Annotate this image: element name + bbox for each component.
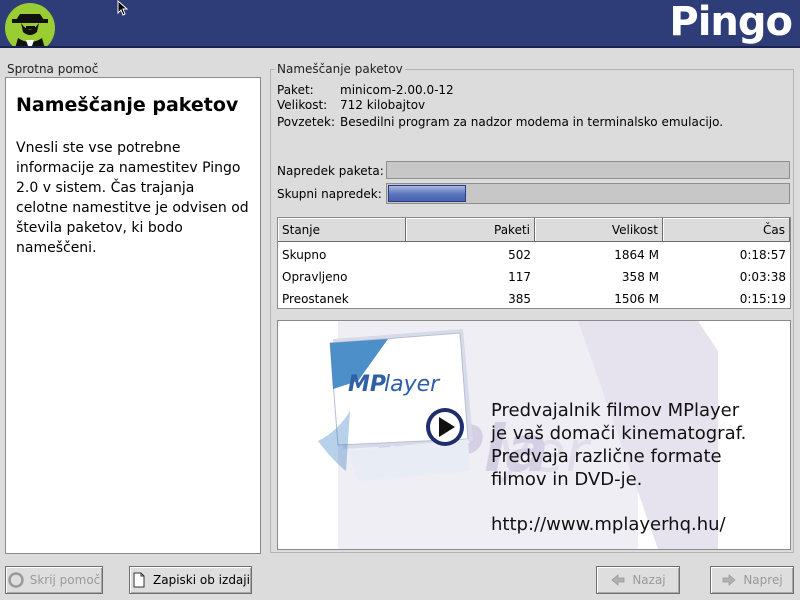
back-button[interactable]: Nazaj: [596, 566, 680, 594]
install-section-label: Nameščanje paketov: [275, 62, 405, 76]
ad-text-block: Predvajalnik filmov MPlayer je vaš domač…: [491, 399, 746, 536]
cell-size: 358 M: [621, 270, 659, 284]
help-heading: Nameščanje paketov: [16, 94, 239, 116]
ad-line: je vaš domači kinematograf.: [491, 423, 747, 444]
cell-time: 0:03:38: [739, 270, 786, 284]
size-key: Velikost:: [277, 98, 328, 112]
size-info-row: Velikost: 712 kilobajtov: [277, 98, 425, 112]
summary-key: Povzetek:: [277, 115, 336, 129]
hide-help-label: Skrij pomoč: [29, 573, 101, 587]
next-button[interactable]: Naprej: [710, 566, 794, 594]
package-progress-bar: [386, 161, 790, 179]
cell-packages: 502: [508, 248, 531, 262]
arrow-left-icon: [611, 574, 625, 586]
summary-info-row: Povzetek: Besedilni program za nadzor mod…: [277, 115, 723, 129]
total-progress-fill: [388, 185, 466, 202]
summary-value: Besedilni program za nadzor modema in te…: [340, 115, 724, 129]
column-header-time[interactable]: Čas: [663, 218, 790, 242]
install-stats-table: Stanje Paketi Velikost Čas Skupno 502 18…: [277, 217, 791, 309]
table-row: Skupno 502 1864 M 0:18:57: [278, 244, 790, 266]
cell-packages: 117: [508, 270, 531, 284]
cell-size: 1864 M: [614, 248, 659, 262]
mouse-cursor-icon: [117, 0, 129, 16]
lifebuoy-icon: [7, 572, 24, 588]
ad-line: Predvaja različne formate: [491, 446, 722, 467]
table-row: Preostanek 385 1506 M 0:15:19: [278, 288, 790, 310]
package-value: minicom-2.00.0-12: [340, 83, 454, 97]
cell-packages: 385: [508, 292, 531, 306]
size-value: 712 kilobajtov: [340, 98, 426, 112]
ad-line: Predvajalnik filmov MPlayer: [491, 400, 740, 421]
ad-url: http://www.mplayerhq.hu/: [491, 514, 726, 535]
help-pane: Nameščanje paketov Vnesli ste vse potreb…: [5, 77, 261, 554]
arrow-right-icon: [722, 574, 736, 586]
svg-text:MP: MP: [348, 372, 386, 397]
hide-help-button[interactable]: Skrij pomoč: [5, 566, 103, 594]
svg-text:layer: layer: [384, 372, 441, 397]
total-progress-bar: [386, 183, 790, 204]
cell-time: 0:15:19: [739, 292, 786, 306]
cell-status: Skupno: [282, 248, 327, 262]
table-header: Stanje Paketi Velikost Čas: [278, 218, 790, 242]
release-notes-label: Zapiski ob izdaji: [153, 573, 250, 587]
document-icon: [133, 572, 145, 588]
table-row: Opravljeno 117 358 M 0:03:38: [278, 266, 790, 288]
cell-size: 1506 M: [614, 292, 659, 306]
package-progress-label: Napredek paketa:: [277, 164, 384, 178]
cell-time: 0:18:57: [739, 248, 786, 262]
cell-status: Opravljeno: [282, 270, 348, 284]
ad-line: filmov in DVD-je.: [491, 469, 643, 490]
total-progress-label: Skupni napredek:: [277, 187, 382, 201]
back-label: Nazaj: [632, 573, 666, 587]
help-section-label: Sprotna pomoč: [7, 62, 99, 76]
next-label: Naprej: [743, 573, 783, 587]
help-body-text: Vnesli ste vse potrebne informacije za n…: [16, 140, 249, 256]
package-info-row: Paket: minicom-2.00.0-12: [277, 83, 454, 97]
release-notes-button[interactable]: Zapiski ob izdaji: [129, 566, 252, 594]
column-header-packages[interactable]: Paketi: [406, 218, 535, 242]
package-ad-banner: MPla yer MP layer Predvajalnik filmov MP…: [277, 320, 791, 550]
column-header-size[interactable]: Velikost: [535, 218, 663, 242]
shadowman-logo-icon: [5, 3, 55, 48]
product-name: Pingo: [669, 0, 793, 45]
column-header-status[interactable]: Stanje: [278, 218, 406, 242]
package-key: Paket:: [277, 83, 314, 97]
cell-status: Preostanek: [282, 292, 349, 306]
